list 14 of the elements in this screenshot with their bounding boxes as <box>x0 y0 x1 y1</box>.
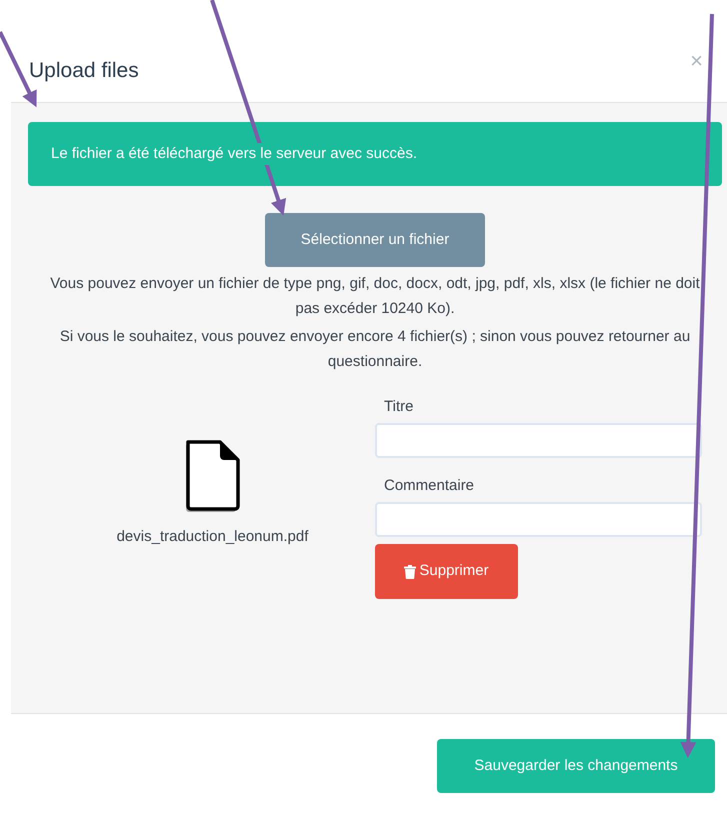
info-text: Si vous le souhaitez, vous pouvez envoyer encore 4 fichier(s) ; sinon vous pouvez retourner au questionnaire. <box>58 327 692 372</box>
save-changes-button[interactable]: Sauvegarder les changements <box>437 739 715 793</box>
close-button[interactable]: × <box>690 50 703 72</box>
dialog-title: Upload files <box>29 58 139 84</box>
delete-button[interactable]: Supprimer <box>375 544 518 599</box>
info-text: Vous pouvez envoyer un fichier de type png, gif, doc, docx, odt, jpg, pdf, xls, xlsx (le fichier ne doit pas excéder 10240 Ko). <box>49 274 701 319</box>
field-label: Commentaire <box>384 476 476 496</box>
alert-text: Le fichier a été téléchargé vers le serveur avec succès. <box>51 142 418 166</box>
text-field[interactable] <box>375 423 702 458</box>
text-field[interactable] <box>375 502 702 537</box>
select-file-button[interactable]: Sélectionner un fichier <box>265 213 485 267</box>
trash-icon <box>404 564 416 578</box>
file-name: devis_traduction_leonum.pdf <box>116 527 308 547</box>
field-label: Titre <box>384 397 414 417</box>
